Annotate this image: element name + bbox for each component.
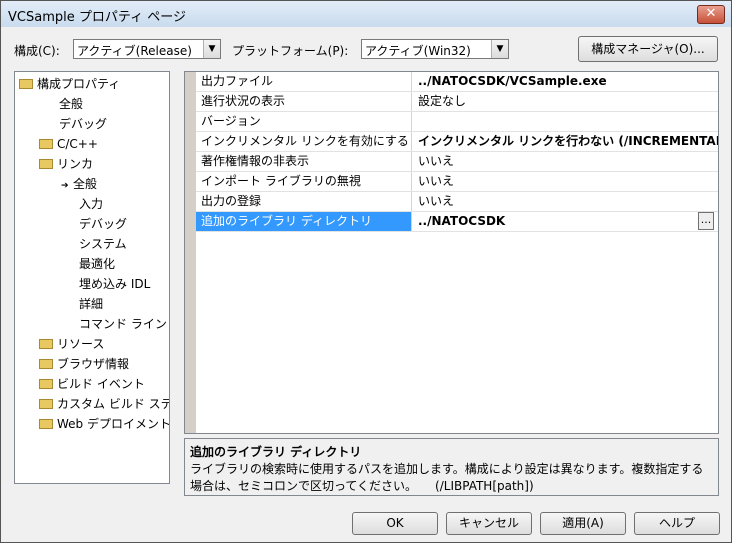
window-title: VCSample プロパティ ページ [8,10,186,25]
cancel-button[interactable]: キャンセル [446,512,532,535]
folder-open-icon [39,158,53,169]
config-label: 構成(C): [14,44,60,58]
config-manager-button[interactable]: 構成マネージャ(O)... [578,36,718,62]
properties-dialog: VCSample プロパティ ページ ✕ 構成(C): アクティブ(Releas… [0,0,732,543]
tree-item[interactable]: カスタム ビルド ステップ [39,395,169,413]
property-value[interactable]: いいえ [414,172,718,191]
property-value[interactable]: いいえ [414,192,718,211]
tree-item[interactable]: 埋め込み IDL [79,275,150,293]
folder-icon [39,358,53,369]
apply-button[interactable]: 適用(A) [540,512,626,535]
property-name: バージョン [196,112,412,131]
property-row[interactable]: インクリメンタル リンクを有効にする インクリメンタル リンクを行わない (/I… [196,132,718,152]
property-name: インクリメンタル リンクを有効にする [196,132,412,151]
property-value[interactable]: 設定なし [414,92,718,111]
arrow-icon: ➔ [61,181,69,191]
property-name: 著作権情報の非表示 [196,152,412,171]
property-value[interactable]: いいえ [414,152,718,171]
config-select[interactable]: アクティブ(Release) ▼ [73,39,221,59]
property-row[interactable]: 進行状況の表示 設定なし [196,92,718,112]
platform-value: アクティブ(Win32) [365,44,471,58]
description-text: ライブラリの検索時に使用するパスを追加します。構成により設定は異なります。複数指… [190,462,704,493]
tree-item[interactable]: 詳細 [79,295,103,313]
folder-icon [39,378,53,389]
ok-button[interactable]: OK [352,512,438,535]
help-button[interactable]: ヘルプ [634,512,720,535]
tree-item[interactable]: ビルド イベント [39,375,145,393]
folder-icon [39,418,53,429]
title-bar: VCSample プロパティ ページ ✕ [1,1,731,27]
property-row[interactable]: バージョン [196,112,718,132]
property-name: インポート ライブラリの無視 [196,172,412,191]
folder-icon [39,398,53,409]
property-name: 追加のライブラリ ディレクトリ [196,212,412,231]
chevron-down-icon[interactable]: ▼ [491,40,508,58]
property-name: 進行状況の表示 [196,92,412,111]
tree-item[interactable]: Web デプロイメント [39,415,169,433]
property-name: 出力ファイル [196,72,412,91]
platform-select[interactable]: アクティブ(Win32) ▼ [361,39,509,59]
tree-item[interactable]: デバッグ [79,215,127,233]
folder-icon [39,338,53,349]
property-value[interactable]: ../NATOCSDK [414,212,718,231]
property-name: 出力の登録 [196,192,412,211]
tree-item[interactable]: 全般 [59,95,83,113]
property-row-selected[interactable]: 追加のライブラリ ディレクトリ ../NATOCSDK ... [196,212,718,232]
property-value[interactable]: インクリメンタル リンクを行わない (/INCREMENTAL:NO) [414,132,718,151]
folder-open-icon [19,78,33,89]
tree-root[interactable]: 構成プロパティ [19,75,120,93]
description-title: 追加のライブラリ ディレクトリ [190,445,362,459]
property-row[interactable]: インポート ライブラリの無視 いいえ [196,172,718,192]
tree-item[interactable]: コマンド ライン [79,315,167,333]
tree-item-selected[interactable]: ➔ 全般 [61,175,97,193]
chevron-down-icon[interactable]: ▼ [203,40,220,58]
property-value[interactable] [414,112,718,131]
property-row[interactable]: 出力の登録 いいえ [196,192,718,212]
tree-item[interactable]: リソース [39,335,104,353]
tree-item[interactable]: 最適化 [79,255,115,273]
property-value[interactable]: ../NATOCSDK/VCSample.exe [414,72,718,91]
tree-item[interactable]: 入力 [79,195,103,213]
property-row[interactable]: 著作権情報の非表示 いいえ [196,152,718,172]
tree-item[interactable]: ブラウザ情報 [39,355,129,373]
property-tree[interactable]: 構成プロパティ 全般 デバッグ C/C++ リンカ ➔ 全般 入力 デバッグ シス… [14,71,170,484]
config-value: アクティブ(Release) [77,44,192,58]
tree-item[interactable]: システム [79,235,127,253]
description-panel: 追加のライブラリ ディレクトリ ライブラリの検索時に使用するパスを追加します。構… [184,438,719,496]
tree-item[interactable]: C/C++ [39,135,98,153]
platform-label: プラットフォーム(P): [232,44,349,58]
close-icon[interactable]: ✕ [697,5,725,24]
browse-button[interactable]: ... [698,212,714,230]
folder-icon [39,138,53,149]
tree-item[interactable]: デバッグ [59,115,107,133]
property-row[interactable]: 出力ファイル ../NATOCSDK/VCSample.exe [196,72,718,92]
tree-item[interactable]: リンカ [39,155,93,173]
property-grid[interactable]: 出力ファイル ../NATOCSDK/VCSample.exe 進行状況の表示 … [184,71,719,434]
grid-gutter [185,72,196,433]
